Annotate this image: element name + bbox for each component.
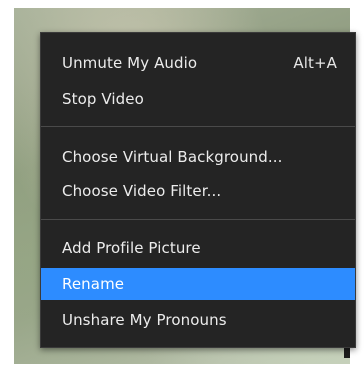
menu-item-add-profile-picture[interactable]: Add Profile Picture (41, 232, 355, 264)
menu-item-label: Rename (62, 275, 125, 293)
menu-item-rename[interactable]: Rename (41, 268, 355, 300)
menu-item-choose-video-filter[interactable]: Choose Video Filter... (41, 175, 355, 207)
menu-item-choose-virtual-background[interactable]: Choose Virtual Background... (41, 141, 355, 173)
menu-item-label: Choose Virtual Background... (62, 148, 283, 166)
menu-item-label: Unmute My Audio (62, 54, 198, 72)
menu-item-shortcut: Alt+A (293, 54, 337, 72)
video-context-menu: Unmute My Audio Alt+A Stop Video Choose … (40, 32, 356, 348)
menu-separator (41, 219, 355, 220)
menu-item-label: Stop Video (62, 90, 144, 108)
menu-item-label: Unshare My Pronouns (62, 311, 227, 329)
menu-item-label: Add Profile Picture (62, 239, 201, 257)
menu-item-unmute-audio[interactable]: Unmute My Audio Alt+A (41, 47, 355, 79)
menu-item-stop-video[interactable]: Stop Video (41, 83, 355, 115)
menu-separator (41, 126, 355, 127)
menu-item-unshare-pronouns[interactable]: Unshare My Pronouns (41, 304, 355, 336)
menu-item-label: Choose Video Filter... (62, 182, 222, 200)
